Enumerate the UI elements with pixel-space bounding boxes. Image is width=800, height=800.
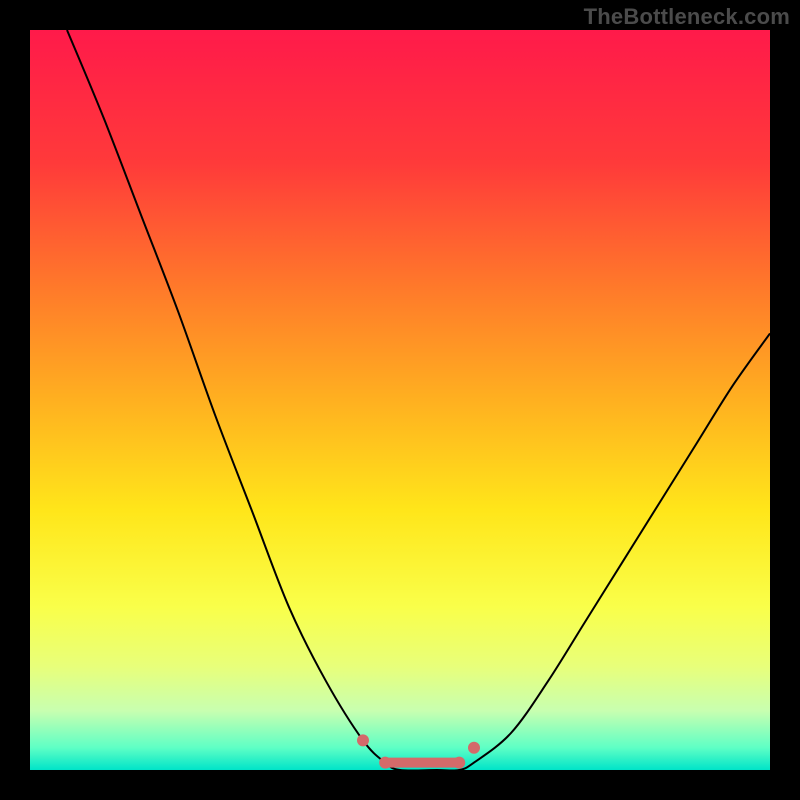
trough-marker	[468, 742, 480, 754]
plot-area	[30, 30, 770, 770]
bottleneck-curve	[67, 30, 770, 770]
trough-marker	[379, 757, 391, 769]
trough-marker	[453, 757, 465, 769]
chart-frame: TheBottleneck.com	[0, 0, 800, 800]
trough-markers	[357, 734, 480, 768]
curve-svg	[30, 30, 770, 770]
attribution-text: TheBottleneck.com	[584, 4, 790, 30]
trough-marker	[357, 734, 369, 746]
